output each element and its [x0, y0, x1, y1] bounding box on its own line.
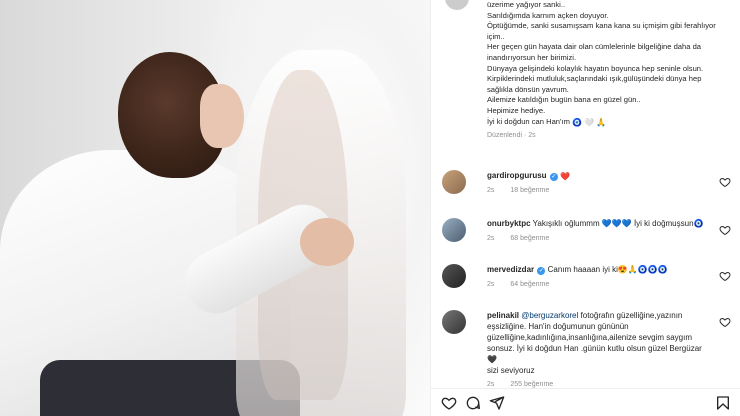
comment-time: 2s — [487, 281, 495, 288]
comment-likes[interactable]: 64 beğenme — [510, 281, 549, 288]
comment-time: 2s — [487, 381, 495, 388]
comment-text: pelinakil @berguzarkorel fotoğrafın güze… — [487, 310, 711, 376]
post-caption: üzerime yağıyor sanki.. Sarıldığımda kar… — [431, 0, 740, 160]
comment-text: onurbyktpc Yakışıklı oğlummm 💙💙💙 İyi ki … — [487, 218, 711, 229]
comment-time: 2s — [487, 235, 495, 242]
white-heart-emoji: 🤍 — [584, 117, 595, 127]
photo-mother-face — [200, 84, 244, 148]
heart-icon[interactable] — [441, 395, 457, 411]
comment-item: onurbyktpc Yakışıklı oğlummm 💙💙💙 İyi ki … — [431, 218, 740, 242]
comment-username[interactable]: gardiropgurusu — [487, 171, 547, 180]
caption-line: içim.. — [487, 31, 505, 41]
comment-mention[interactable]: @berguzarkorel — [521, 311, 578, 320]
comment-body: Yakışıklı oğlummm 💙💙💙 İyi ki doğmuşsun🧿 — [532, 219, 704, 228]
comment-body-line: sonsuz. İyi ki doğdun Han .günün kutlu o… — [487, 344, 702, 364]
comment-meta: 2s 68 beğenme — [487, 235, 711, 242]
comment-likes[interactable]: 255 beğenme — [510, 381, 553, 388]
comment-text: mervedizdar ✓ Canım haaaan iyi ki😍🙏🧿🧿🧿 — [487, 264, 711, 275]
post-photo[interactable] — [0, 0, 430, 416]
post-side-panel: üzerime yağıyor sanki.. Sarıldığımda kar… — [430, 0, 740, 416]
verified-badge-icon: ✓ — [549, 173, 558, 181]
comment-meta: 2s 18 beğenme — [487, 187, 711, 194]
comment-body: Canım haaaan iyi ki😍🙏🧿🧿🧿 — [547, 265, 668, 274]
share-icon[interactable] — [489, 395, 505, 411]
comment-item: pelinakil @berguzarkorel fotoğrafın güze… — [431, 310, 740, 388]
caption-line: üzerime yağıyor sanki.. — [487, 0, 566, 9]
comment-body-line: eşsizliğine. Han'in doğumunun gününün — [487, 322, 629, 331]
nazar-emoji: 🧿 — [572, 117, 583, 127]
author-avatar[interactable] — [445, 0, 469, 10]
commenter-avatar[interactable] — [442, 310, 466, 334]
comment-body-line: güzelliğine,kadınlığına,insanlığına,aile… — [487, 333, 693, 342]
comment-meta: 2s 64 beğenme — [487, 281, 711, 288]
commenter-avatar[interactable] — [442, 170, 466, 194]
comment-text: gardiropgurusu ✓ ❤️ — [487, 170, 711, 181]
comment-username[interactable]: mervedizdar — [487, 265, 534, 274]
comment-emoji: ❤️ — [560, 172, 570, 181]
praying-hands-emoji: 🙏 — [596, 117, 607, 127]
caption-line: Sarıldığımda karnım açken doyuyor. — [487, 10, 609, 20]
bookmark-icon[interactable] — [715, 395, 731, 411]
like-comment-heart-icon[interactable] — [719, 224, 731, 236]
caption-last-line: İyi ki doğdun can Han'ım 🧿 🤍 🙏 — [487, 117, 729, 128]
like-comment-heart-icon[interactable] — [719, 176, 731, 188]
caption-line: İyi ki doğdun can Han'ım — [487, 116, 570, 126]
caption-line: Hepimize hediye. — [487, 105, 546, 115]
comment-meta: 2s 255 beğenme — [487, 381, 711, 388]
comment-likes[interactable]: 18 beğenme — [510, 187, 549, 194]
caption-line: Her geçen gün hayata dair olan cümleleri… — [487, 42, 702, 52]
comment-username[interactable]: onurbyktpc — [487, 219, 531, 228]
caption-line: sağlıkla dönsün yavrum. — [487, 84, 569, 94]
comment-username[interactable]: pelinakil — [487, 311, 519, 320]
comment-likes[interactable]: 68 beğenme — [510, 235, 549, 242]
caption-line: inandırıyorsun her birimizi. — [487, 52, 577, 62]
post-action-bar — [431, 388, 740, 416]
verified-badge-icon: ✓ — [537, 267, 546, 275]
photo-mother-hand — [300, 218, 354, 266]
comment-icon[interactable] — [465, 395, 481, 411]
like-comment-heart-icon[interactable] — [719, 270, 731, 282]
caption-timestamp: Düzenlendi · 2s — [487, 132, 536, 140]
commenter-avatar[interactable] — [442, 218, 466, 242]
comment-item: mervedizdar ✓ Canım haaaan iyi ki😍🙏🧿🧿🧿 2… — [431, 264, 740, 288]
comment-item: gardiropgurusu ✓ ❤️ 2s 18 beğenme — [431, 170, 740, 194]
comment-body-line: sizi seviyoruz — [487, 366, 535, 375]
comment-time: 2s — [487, 187, 495, 194]
caption-line: Ailemize katıldığın bugün bana en güzel … — [487, 95, 641, 105]
like-comment-heart-icon[interactable] — [719, 316, 731, 328]
comment-body-line: fotoğrafın güzelliğine,yazının — [580, 311, 683, 320]
caption-line: Dünyaya gelişindeki kolaylık hayatın boy… — [487, 63, 704, 73]
caption-line: Kirpiklerindeki mutluluk,saçlarındaki ış… — [487, 74, 702, 84]
commenter-avatar[interactable] — [442, 264, 466, 288]
caption-line: Öptüğümde, sanki susamışsam kana kana su… — [487, 21, 716, 31]
